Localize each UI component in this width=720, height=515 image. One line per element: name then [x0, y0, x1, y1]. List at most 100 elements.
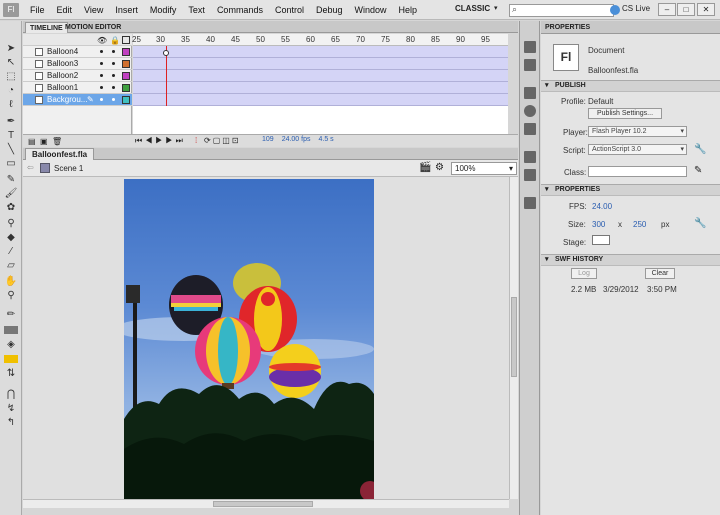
pen-tool-icon[interactable]: ✒: [4, 116, 18, 128]
edit-scene-icon[interactable]: 🎬: [419, 162, 431, 173]
lock-dot[interactable]: [112, 62, 115, 65]
scroll-thumb[interactable]: [511, 297, 517, 377]
line-tool-icon[interactable]: ╲: [4, 144, 18, 156]
visible-dot[interactable]: [100, 74, 103, 77]
layer-row[interactable]: Balloon4: [23, 46, 132, 58]
current-frame[interactable]: 109: [262, 136, 274, 143]
clear-button[interactable]: Clear: [645, 268, 675, 279]
lasso-tool-icon[interactable]: ℓ: [4, 99, 18, 111]
layer-color-swatch[interactable]: [122, 60, 130, 68]
player-select[interactable]: Flash Player 10.2: [588, 126, 687, 137]
brush-tool-icon[interactable]: 🖌: [4, 188, 18, 200]
scene-label[interactable]: Scene 1: [54, 164, 83, 173]
lock-dot[interactable]: [112, 50, 115, 53]
workspace-switcher[interactable]: CLASSIC: [455, 4, 490, 13]
lock-dot[interactable]: [112, 98, 115, 101]
components-panel-icon[interactable]: [524, 151, 536, 163]
layer-color-swatch[interactable]: [122, 48, 130, 56]
pencil-tool-icon[interactable]: ✎: [4, 174, 18, 186]
swap-colors-icon[interactable]: ⇅: [4, 368, 18, 380]
maximize-icon[interactable]: □: [677, 3, 695, 16]
stage-image[interactable]: [124, 179, 374, 499]
straighten-icon[interactable]: ↰: [4, 417, 18, 429]
edit-symbols-icon[interactable]: ⚙: [435, 162, 444, 173]
align-panel-icon[interactable]: [524, 41, 536, 53]
vertical-scrollbar[interactable]: [509, 177, 518, 499]
frame-row[interactable]: [133, 46, 508, 58]
actions-panel-icon[interactable]: [524, 197, 536, 209]
paint-bucket-tool-icon[interactable]: ◆: [4, 232, 18, 244]
layer-row[interactable]: Balloon3: [23, 58, 132, 70]
tab-properties[interactable]: PROPERTIES: [545, 24, 590, 31]
visible-dot[interactable]: [100, 62, 103, 65]
library-panel-icon[interactable]: [524, 87, 536, 99]
properties-section-header[interactable]: PROPERTIES: [541, 184, 720, 196]
menu-help[interactable]: Help: [399, 5, 418, 15]
onion-skin-icon[interactable]: ⁞: [195, 136, 197, 145]
tab-document[interactable]: Balloonfest.fla: [25, 148, 95, 160]
motion-presets-icon[interactable]: [524, 169, 536, 181]
width-value[interactable]: 300: [592, 220, 605, 229]
menu-file[interactable]: File: [30, 5, 45, 15]
horizontal-scrollbar[interactable]: [23, 499, 509, 508]
layer-color-swatch[interactable]: [122, 72, 130, 80]
stroke-color-icon[interactable]: ✏: [4, 309, 18, 321]
chevron-down-icon[interactable]: ▾: [494, 4, 498, 12]
frame-row[interactable]: [133, 58, 508, 70]
menu-edit[interactable]: Edit: [57, 5, 73, 15]
new-layer-icon[interactable]: ▤: [28, 137, 36, 146]
free-transform-tool-icon[interactable]: ⬚: [4, 71, 18, 83]
selection-tool-icon[interactable]: ➤: [4, 43, 18, 55]
transform-panel-icon[interactable]: [524, 123, 536, 135]
smooth-icon[interactable]: ↯: [4, 403, 18, 415]
back-arrow-icon[interactable]: ⇦: [27, 163, 34, 172]
bone-tool-icon[interactable]: ⚲: [4, 218, 18, 230]
log-button[interactable]: Log: [571, 268, 597, 279]
stage-color-swatch[interactable]: [592, 235, 610, 245]
frame-row[interactable]: [133, 94, 508, 106]
script-select[interactable]: ActionScript 3.0: [588, 144, 687, 155]
frame-rate[interactable]: 24.00 fps: [282, 136, 311, 143]
layer-color-swatch[interactable]: [122, 84, 130, 92]
wrench-icon[interactable]: 🔧: [694, 218, 706, 229]
playback-controls-icon[interactable]: ⏮◀▶▶⏭: [135, 136, 186, 146]
menu-text[interactable]: Text: [188, 5, 205, 15]
fill-color-swatch[interactable]: [4, 355, 18, 363]
deco-tool-icon[interactable]: ✿: [4, 202, 18, 214]
layer-row[interactable]: Balloon1: [23, 82, 132, 94]
info-panel-icon[interactable]: [524, 105, 536, 117]
publish-section-header[interactable]: PUBLISH: [541, 80, 720, 92]
chevron-down-icon[interactable]: ▾: [509, 163, 513, 174]
close-icon[interactable]: ✕: [697, 3, 715, 16]
tab-motion-editor[interactable]: MOTION EDITOR: [61, 22, 125, 33]
menu-control[interactable]: Control: [275, 5, 304, 15]
fill-color-icon[interactable]: ◈: [4, 339, 18, 351]
text-tool-icon[interactable]: T: [4, 130, 18, 142]
frames-area[interactable]: [133, 34, 508, 134]
publish-settings-button[interactable]: Publish Settings...: [588, 108, 662, 119]
rectangle-tool-icon[interactable]: ▭: [4, 158, 18, 170]
zoom-tool-icon[interactable]: ⚲: [4, 290, 18, 302]
edit-multiple-frames-icon[interactable]: ⟳▢◫⊡: [204, 136, 241, 145]
swf-history-section-header[interactable]: SWF HISTORY: [541, 254, 720, 266]
frame-row[interactable]: [133, 82, 508, 94]
eye-icon[interactable]: 👁: [97, 35, 107, 46]
subselection-tool-icon[interactable]: ↖: [4, 57, 18, 69]
hand-tool-icon[interactable]: ✋: [4, 276, 18, 288]
lock-icon[interactable]: 🔒: [110, 35, 120, 46]
visible-dot[interactable]: [100, 98, 103, 101]
scroll-thumb[interactable]: [213, 501, 313, 507]
lock-dot[interactable]: [112, 86, 115, 89]
menu-view[interactable]: View: [84, 5, 103, 15]
menu-insert[interactable]: Insert: [115, 5, 138, 15]
visible-dot[interactable]: [100, 86, 103, 89]
cs-live-button[interactable]: CS Live: [622, 4, 650, 13]
visible-dot[interactable]: [100, 50, 103, 53]
height-value[interactable]: 250: [633, 220, 646, 229]
menu-debug[interactable]: Debug: [316, 5, 343, 15]
menu-window[interactable]: Window: [355, 5, 387, 15]
eraser-tool-icon[interactable]: ▱: [4, 260, 18, 272]
frame-row[interactable]: [133, 70, 508, 82]
frame-ruler[interactable]: 25 30 35 40 45 50 55 60 65 70 75 80 85 9…: [132, 34, 508, 46]
color-panel-icon[interactable]: [524, 59, 536, 71]
